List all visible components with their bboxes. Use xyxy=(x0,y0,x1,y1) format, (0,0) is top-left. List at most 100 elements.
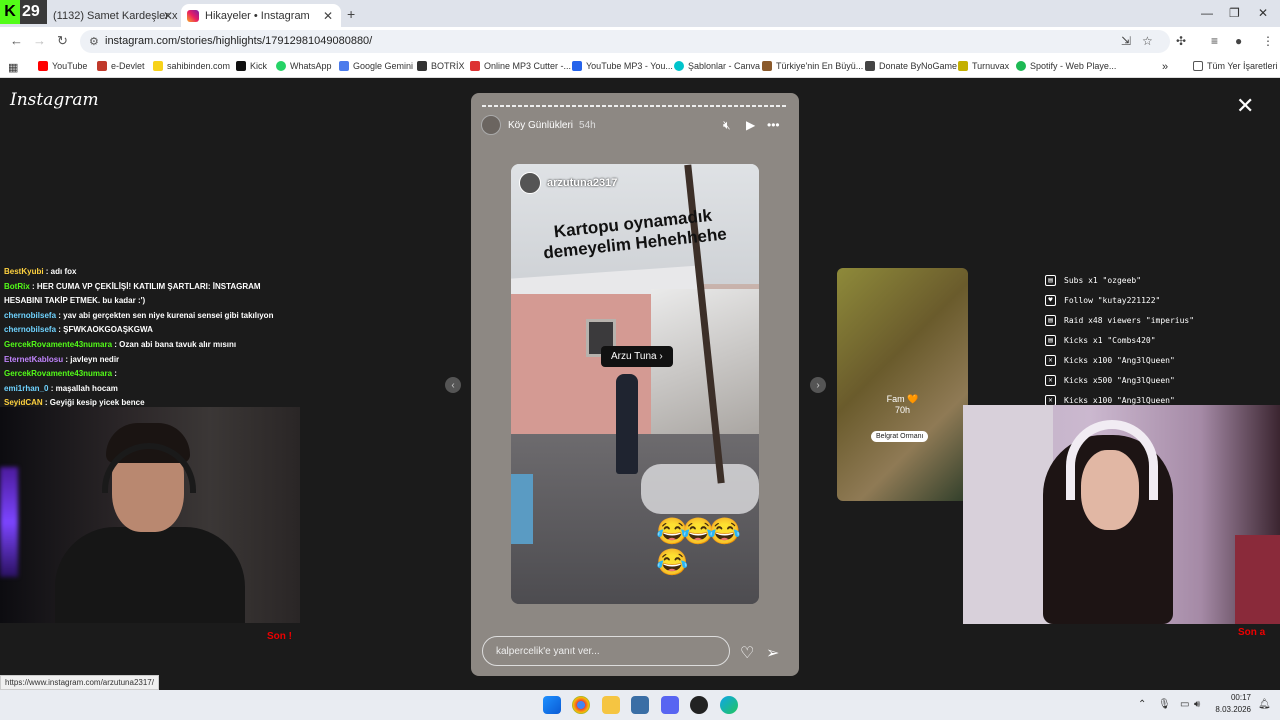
bookmark-botrix[interactable]: BOTRİX xyxy=(417,61,465,71)
back-icon[interactable]: ← xyxy=(10,33,23,48)
next-story-title: Fam 🧡 70h xyxy=(886,394,919,415)
maximize-icon[interactable]: ❐ xyxy=(1229,6,1240,20)
app-icon[interactable] xyxy=(631,696,649,714)
send-icon[interactable]: ➢ xyxy=(766,643,779,663)
bookmark-mp3-cutter[interactable]: Online MP3 Cutter -... xyxy=(470,61,571,71)
more-bookmarks-icon[interactable]: » xyxy=(1162,61,1168,73)
like-heart-icon[interactable]: ♡ xyxy=(740,643,754,663)
chat-text: : yav abi gerçekten sen niye kurenai sen… xyxy=(58,310,274,320)
bookmark-turkiye[interactable]: Türkiye'nin En Büyü... xyxy=(762,61,863,71)
taskbar-clock[interactable]: 00:17 8.03.2026 xyxy=(1205,692,1251,716)
all-bookmarks-folder[interactable]: Tüm Yer İşaretleri xyxy=(1193,61,1278,71)
edge-icon[interactable] xyxy=(720,696,738,714)
instagram-logo[interactable]: Instagram xyxy=(10,90,99,110)
network-icon[interactable]: ▭ xyxy=(1180,699,1189,710)
site-info-icon[interactable]: ⚙ xyxy=(89,35,99,48)
bookmark-bynogame[interactable]: Donate ByNoGame xyxy=(865,61,957,71)
chat-message: GercekRovamente43numara : Ozan abi bana … xyxy=(0,338,300,353)
turnuvax-icon xyxy=(958,61,968,71)
forward-icon[interactable]: → xyxy=(33,33,46,48)
chat-username: GercekRovamente43numara xyxy=(4,339,113,349)
bookmark-gemini[interactable]: Google Gemini xyxy=(339,61,413,71)
menu-kebab-icon[interactable]: ⋮ xyxy=(1262,34,1274,48)
minimize-icon[interactable]: — xyxy=(1201,6,1213,20)
windows-start-icon[interactable] xyxy=(543,696,561,714)
play-icon[interactable]: ▶ xyxy=(746,118,755,132)
url-text: instagram.com/stories/highlights/1791298… xyxy=(105,35,373,47)
chat-message: BestKyubi : adı fox xyxy=(0,265,300,280)
reload-icon[interactable]: ↻ xyxy=(57,33,68,49)
reply-input[interactable]: kalpercelik'e yanıt ver... xyxy=(482,636,730,666)
photo-house xyxy=(511,294,661,444)
mention-tag[interactable]: Arzu Tuna › xyxy=(601,346,673,367)
chat-username: GercekRovamente43numara xyxy=(4,369,113,379)
event-text: Kicks x100 "Ang3lQueen" xyxy=(1064,355,1175,365)
bookmark-sahibinden[interactable]: sahibinden.com xyxy=(153,61,230,71)
file-explorer-icon[interactable] xyxy=(602,696,620,714)
extensions-icon[interactable]: ✣ xyxy=(1176,34,1186,48)
story-account-avatar[interactable] xyxy=(481,115,501,135)
inner-story-user: arzutuna2317 xyxy=(519,172,617,194)
stream-event: ♥ Follow "kutay221122" xyxy=(1045,290,1194,310)
address-bar-row: ← → ↻ ⚙ instagram.com/stories/highlights… xyxy=(0,27,1280,56)
kick-overlay-badge: K 29 xyxy=(0,0,47,24)
event-text: Kicks x500 "Ang3lQueen" xyxy=(1064,375,1175,385)
close-tab-icon[interactable]: ✕ xyxy=(163,9,173,23)
story-account-name[interactable]: Köy Günlükleri xyxy=(508,120,573,131)
new-tab-icon[interactable]: + xyxy=(347,6,355,22)
tab-instagram[interactable]: Hikayeler • Instagram ✕ xyxy=(181,4,341,27)
story-header: Köy Günlükleri 54h xyxy=(481,115,596,135)
stream-event: ▤ Kicks x1 "Combs420" xyxy=(1045,330,1194,350)
son-label-right: Son a xyxy=(1238,627,1266,638)
stream-event: ▤ Subs x1 "ozgeeb" xyxy=(1045,270,1194,290)
edevlet-icon xyxy=(97,61,107,71)
bookmark-star-icon[interactable]: ☆ xyxy=(1142,34,1153,48)
bookmark-edevlet[interactable]: e-Devlet xyxy=(97,61,145,71)
apps-grid-icon[interactable]: ▦ xyxy=(8,61,18,74)
media-control-icon[interactable]: ≡ xyxy=(1211,34,1218,48)
bookmark-whatsapp[interactable]: WhatsApp xyxy=(276,61,332,71)
profile-avatar-icon[interactable]: ● xyxy=(1235,34,1242,48)
obs-icon[interactable] xyxy=(690,696,708,714)
close-tab-icon[interactable]: ✕ xyxy=(323,9,333,23)
event-icon: ▤ xyxy=(1045,274,1056,286)
event-text: Kicks x100 "Ang3lQueen" xyxy=(1064,395,1175,405)
gemini-icon xyxy=(339,61,349,71)
tray-overflow-icon[interactable]: ⌃ xyxy=(1138,699,1146,710)
chrome-icon[interactable] xyxy=(572,696,590,714)
close-story-icon[interactable]: ✕ xyxy=(1236,93,1254,119)
chat-username: chernobilsefa xyxy=(4,325,57,335)
discord-icon[interactable] xyxy=(661,696,679,714)
notifications-icon[interactable]: 🔔︎ xyxy=(1258,699,1271,710)
chat-username: BotRix xyxy=(4,281,30,291)
next-story-location: Belgrat Ormanı xyxy=(871,431,929,442)
kick-badge-count: 29 xyxy=(22,3,40,20)
install-icon[interactable]: ⇲ xyxy=(1121,34,1131,48)
event-text: Raid x48 viewers "imperius" xyxy=(1064,315,1195,325)
bookmark-turnuvax[interactable]: Turnuvax xyxy=(958,61,1009,71)
streamer-webcam-left xyxy=(0,407,300,623)
bookmark-spotify[interactable]: Spotify - Web Playe... xyxy=(1016,61,1116,71)
folder-icon xyxy=(1193,61,1203,71)
volume-icon[interactable]: 🔊︎ xyxy=(1194,699,1200,710)
more-options-icon[interactable]: ••• xyxy=(767,118,780,132)
previous-story-icon[interactable]: ‹ xyxy=(445,377,461,393)
bookmark-youtube-mp3[interactable]: YouTube MP3 - You... xyxy=(572,61,673,71)
microphone-icon[interactable]: 🎙︎ xyxy=(1158,699,1171,710)
streamer-webcam-right xyxy=(963,405,1280,624)
tab-samet[interactable]: (1132) Samet Kardeşler x S: ✕ xyxy=(47,4,181,27)
bookmark-youtube[interactable]: YouTube xyxy=(38,61,87,71)
bookmark-kick[interactable]: Kick xyxy=(236,61,267,71)
mute-icon[interactable]: 🔇︎ xyxy=(723,118,731,133)
story-card: Köy Günlükleri 54h 🔇︎ ▶ ••• arzutuna2317… xyxy=(471,93,799,676)
next-story-preview[interactable]: Fam 🧡 70h Belgrat Ormanı xyxy=(837,268,968,501)
next-story-icon[interactable]: › xyxy=(810,377,826,393)
bookmark-canva[interactable]: Şablonlar - Canva xyxy=(674,61,760,71)
stream-event: ▤ Raid x48 viewers "imperius" xyxy=(1045,310,1194,330)
window-close-icon[interactable]: ✕ xyxy=(1258,6,1268,20)
chat-message: chernobilsefa : yav abi gerçekten sen ni… xyxy=(0,309,300,324)
chat-text: : maşallah hocam xyxy=(50,383,118,393)
url-input[interactable]: ⚙ instagram.com/stories/highlights/17912… xyxy=(80,30,1170,53)
chat-username: emi1rhan_0 xyxy=(4,383,49,393)
chat-message: BotRix : HER CUMA VP ÇEKİLİŞİ! KATILIM Ş… xyxy=(0,280,300,309)
